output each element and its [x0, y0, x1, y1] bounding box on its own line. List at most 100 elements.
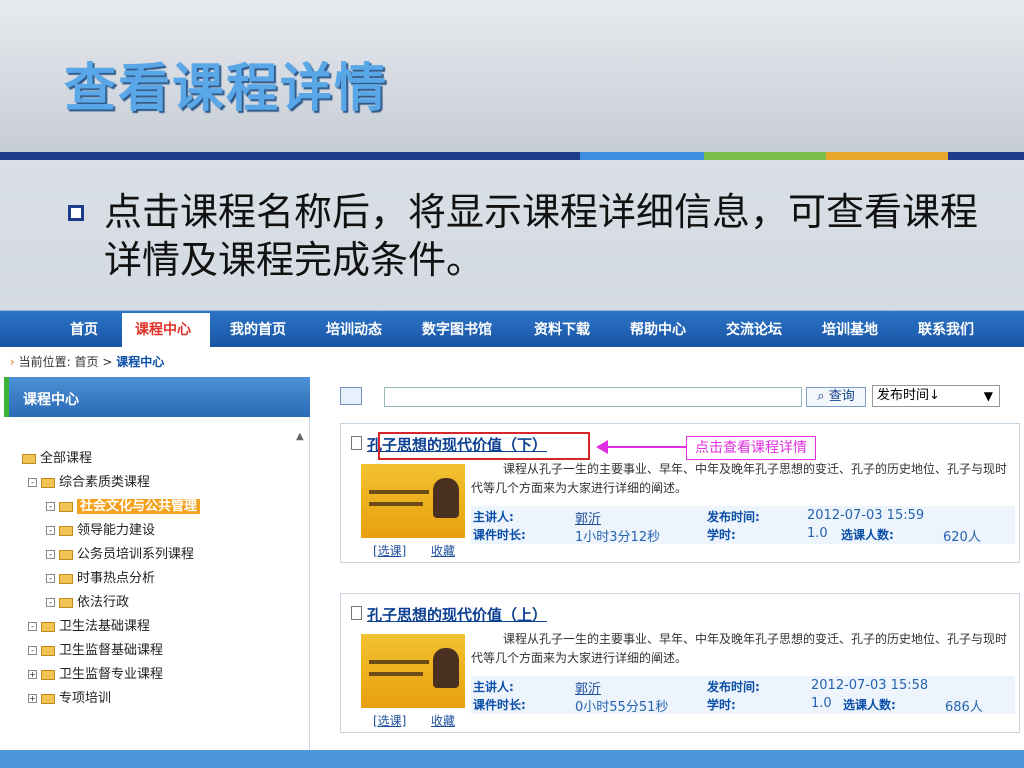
tree-label: 全部课程 [40, 451, 93, 466]
dropdown-arrow-icon: ▼ [983, 389, 993, 403]
select-course-link[interactable]: [选课] [373, 712, 406, 729]
select-course-link[interactable]: [选课] [373, 542, 406, 559]
rule-accent-orange [826, 152, 948, 160]
expand-icon[interactable]: + [28, 670, 37, 679]
lecturer-portrait [433, 648, 459, 688]
course-thumbnail[interactable] [361, 634, 465, 708]
sidebar: 课程中心 ▲ 全部课程 - 综合素质类课程 - 社会文化与公共管理 - 领导能力建设 … [4, 377, 310, 751]
folder-icon [22, 453, 36, 464]
date-label: 发布时间: [707, 510, 760, 524]
thumb-text-line [369, 660, 429, 664]
top-nav: 首页 课程中心 我的首页 培训动态 数字图书馆 资料下载 帮助中心 交流论坛 培… [0, 311, 1024, 347]
duration-label: 课件时长: [473, 698, 526, 712]
chevron-right-icon: › [10, 355, 15, 369]
collapse-icon[interactable]: - [46, 574, 55, 583]
expand-icon[interactable]: + [28, 694, 37, 703]
collapse-icon[interactable]: - [46, 598, 55, 607]
callout-label: 点击查看课程详情 [686, 436, 816, 460]
lecturer-link[interactable]: 郭沂 [575, 508, 601, 527]
bullet-marker [68, 205, 84, 221]
course-card: 孔子思想的现代价值（上） 课程从孔子一生的主要事业、早年、中年及晚年孔子思想的变… [340, 593, 1020, 733]
nav-item-bases[interactable]: 培训基地 [822, 319, 878, 339]
tree-item-special[interactable]: + 专项培训 [28, 687, 111, 706]
tree-label: 依法行政 [77, 595, 130, 610]
tree-item-law-admin[interactable]: - 依法行政 [46, 591, 129, 610]
breadcrumb-home[interactable]: 首页 [75, 355, 99, 369]
document-icon [351, 606, 362, 620]
nav-item-training-news[interactable]: 培训动态 [326, 319, 382, 339]
tree-label: 公务员培训系列课程 [77, 547, 195, 562]
tree-item-leadership[interactable]: - 领导能力建设 [46, 519, 155, 538]
callout-line [608, 446, 686, 448]
tree-label: 卫生法基础课程 [59, 619, 151, 634]
bottom-band [0, 750, 1024, 768]
tree-item-hot-topics[interactable]: - 时事热点分析 [46, 567, 155, 586]
nav-item-forum[interactable]: 交流论坛 [726, 319, 782, 339]
breadcrumb-current: 课程中心 [116, 355, 165, 369]
query-button[interactable]: ⌕ 查询 [806, 387, 866, 407]
nav-item-home[interactable]: 首页 [70, 319, 98, 339]
credit-value: 1.0 [811, 696, 832, 711]
tree-label: 领导能力建设 [77, 523, 156, 538]
tree-item-social[interactable]: - 社会文化与公共管理 [46, 495, 201, 514]
folder-icon [41, 669, 55, 680]
collapse-icon[interactable]: - [28, 646, 37, 655]
course-description: 课程从孔子一生的主要事业、早年、中年及晚年孔子思想的变迁、孔子的历史地位、孔子与… [471, 462, 1008, 495]
lecturer-portrait [433, 478, 459, 518]
search-input[interactable] [384, 387, 802, 407]
scroll-up-icon[interactable]: ▲ [296, 431, 304, 442]
collapse-icon[interactable]: - [28, 478, 37, 487]
nav-item-my-home[interactable]: 我的首页 [230, 319, 286, 339]
nav-item-help[interactable]: 帮助中心 [630, 319, 686, 339]
tree-item-all[interactable]: 全部课程 [22, 447, 92, 466]
date-value: 2012-07-03 15:59 [807, 508, 925, 523]
folder-icon [41, 645, 55, 656]
thumb-text-line [369, 490, 429, 494]
collapse-icon[interactable]: - [46, 550, 55, 559]
collapse-icon[interactable]: - [46, 502, 55, 511]
credit-value: 1.0 [807, 526, 828, 541]
tree-item-general[interactable]: - 综合素质类课程 [28, 471, 150, 490]
folder-icon [41, 621, 55, 632]
duration-value: 0小时55分51秒 [575, 700, 669, 715]
collapse-icon[interactable]: - [46, 526, 55, 535]
folder-icon [59, 501, 73, 512]
nav-item-course-center[interactable]: 课程中心 [135, 319, 191, 339]
course-title-link[interactable]: 孔子思想的现代价值（上） [367, 604, 547, 625]
tree-item-health-law[interactable]: - 卫生法基础课程 [28, 615, 150, 634]
favorite-link[interactable]: 收藏 [431, 712, 455, 729]
sidebar-header: 课程中心 [4, 377, 310, 417]
nav-item-downloads[interactable]: 资料下载 [534, 319, 590, 339]
callout-arrow-icon [596, 440, 608, 454]
sort-select[interactable]: 发布时间↓ ▼ [872, 385, 1000, 407]
tree-label-selected: 社会文化与公共管理 [77, 499, 201, 514]
lecturer-link[interactable]: 郭沂 [575, 678, 601, 697]
nav-item-contact[interactable]: 联系我们 [918, 319, 974, 339]
date-label: 发布时间: [707, 680, 760, 694]
tree-item-civil-servant[interactable]: - 公务员培训系列课程 [46, 543, 194, 562]
tree-label: 卫生监督基础课程 [59, 643, 164, 658]
tree-label: 专项培训 [59, 691, 112, 706]
nav-item-digital-library[interactable]: 数字图书馆 [422, 319, 492, 339]
collapse-icon[interactable]: - [28, 622, 37, 631]
breadcrumb-prefix: 当前位置: [18, 355, 71, 369]
credit-label: 学时: [707, 528, 736, 542]
count-label: 选课人数: [843, 698, 896, 712]
tree-item-supervision-basic[interactable]: - 卫生监督基础课程 [28, 639, 163, 658]
tree-item-supervision-pro[interactable]: + 卫生监督专业课程 [28, 663, 163, 682]
thumb-text-line [369, 672, 423, 676]
date-value: 2012-07-03 15:58 [811, 678, 929, 693]
bullet-text: 点击课程名称后，将显示课程详细信息，可查看课程详情及课程完成条件。 [104, 190, 979, 282]
count-value: 686人 [945, 700, 983, 715]
search-icon[interactable] [340, 387, 362, 405]
tree-label: 综合素质类课程 [59, 475, 151, 490]
course-thumbnail[interactable] [361, 464, 465, 538]
rule-accent-green [704, 152, 826, 160]
course-info: 主讲人: 郭沂 发布时间: 2012-07-03 15:59 课件时长: 1小时… [471, 506, 1015, 545]
count-value: 620人 [943, 530, 981, 545]
lecturer-label: 主讲人: [473, 680, 514, 694]
document-icon [351, 436, 362, 450]
highlight-box [378, 432, 590, 460]
favorite-link[interactable]: 收藏 [431, 542, 455, 559]
folder-icon [41, 693, 55, 704]
